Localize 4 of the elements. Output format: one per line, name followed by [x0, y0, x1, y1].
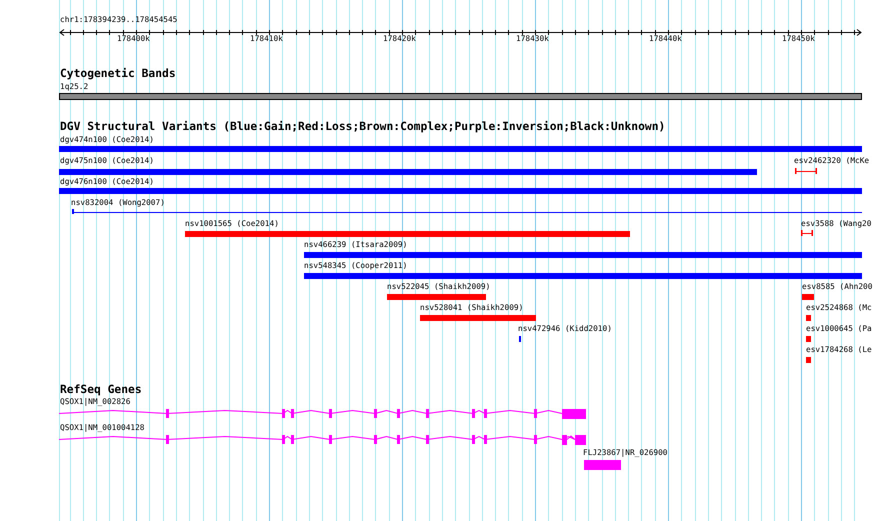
track-title: Cytogenetic Bands	[60, 68, 176, 80]
track-title: DGV Structural Variants (Blue:Gain;Red:Loss;Brown:Complex;Purple:Inversion;Black:Unknown)	[60, 121, 666, 133]
track-title: RefSeq Genes	[60, 384, 142, 396]
gene-model-drawing	[584, 460, 621, 470]
